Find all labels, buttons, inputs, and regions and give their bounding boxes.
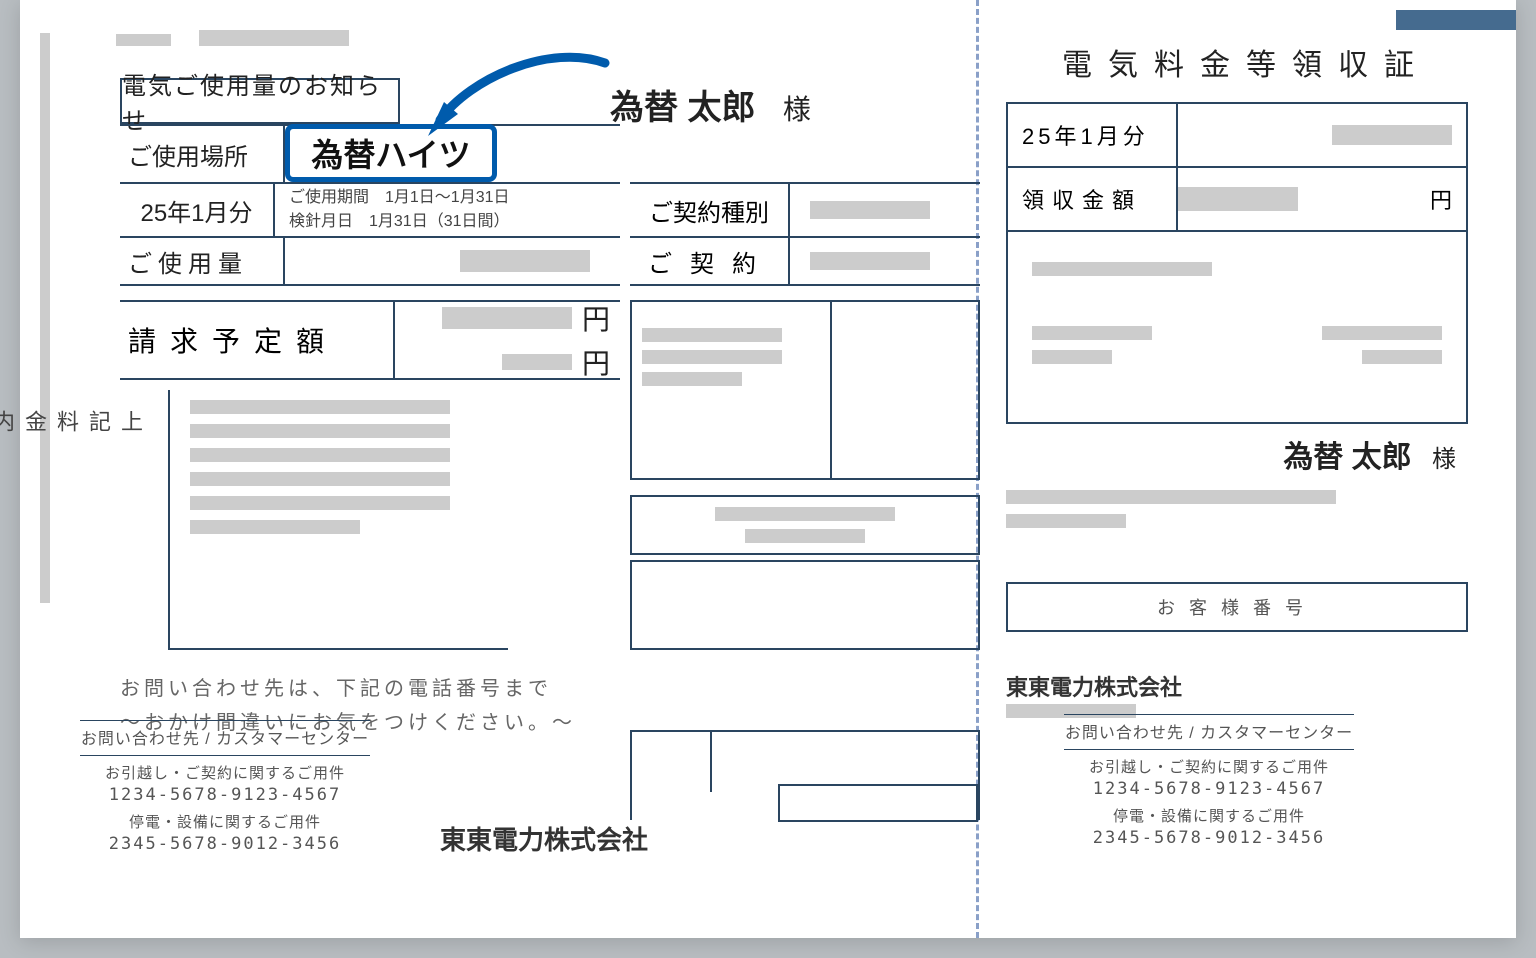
right-detail-box-d [630, 730, 980, 820]
placeholder-block [810, 252, 930, 270]
contact-outage-tel: 2345-5678-9012-3456 [80, 834, 370, 854]
honorific: 様 [1432, 446, 1456, 473]
row-contract-type: ご契約種別 [630, 182, 980, 236]
contact-outage-label: 停電・設備に関するご用件 [80, 811, 370, 832]
contract-label: ご契約 [630, 238, 790, 284]
right-detail-box-c [630, 560, 980, 650]
receipt-customer-name: 為替 太郎 様 [1283, 432, 1456, 476]
usage-value [285, 238, 620, 284]
right-detail-box-b [630, 495, 980, 555]
row-usage: ご使用量 [120, 236, 620, 286]
document-page: 電気ご使用量のお知らせ 為替 太郎 様 ご使用場所 為替ハイツ 25年1月分 ご… [20, 0, 1516, 938]
row-period: 25年1月分 ご使用期間 1月1日〜1月31日 検針月日 1月31日（31日間） [120, 182, 620, 236]
placeholder-line [1322, 326, 1442, 340]
placeholder-line [1032, 350, 1112, 364]
receipt-detail-area [1008, 232, 1466, 422]
receipt-title: 電気料金等領収証 [1006, 40, 1486, 84]
placeholder-line [1006, 514, 1126, 528]
contact-move-label: お引越し・ご契約に関するご用件 [1064, 756, 1354, 777]
contact-title: お問い合わせ先 / カスタマーセンター [1064, 714, 1354, 750]
usage-notice-panel: 電気ご使用量のお知らせ 為替 太郎 様 ご使用場所 為替ハイツ 25年1月分 ご… [60, 30, 960, 51]
placeholder-line [190, 400, 450, 414]
corner-stripe [1396, 10, 1516, 30]
honorific: 様 [783, 94, 811, 125]
contact-move-tel: 1234-5678-9123-4567 [80, 785, 370, 805]
customer-name: 為替 太郎 [1283, 441, 1411, 474]
placeholder-block [199, 30, 349, 46]
location-label: ご使用場所 [120, 126, 285, 182]
breakdown-vertical-label: 上記料金内訳 [120, 410, 146, 440]
period-details: ご使用期間 1月1日〜1月31日 検針月日 1月31日（31日間） [275, 184, 620, 236]
placeholder-line [190, 496, 450, 510]
row-contract: ご契約 [630, 236, 980, 286]
inquiry-line-1: お問い合わせ先は、下記の電話番号まで [120, 672, 580, 706]
placeholder-line [190, 520, 360, 534]
placeholder-block [442, 307, 572, 329]
placeholder-block [116, 34, 171, 46]
yen-unit: 円 [582, 342, 610, 382]
fee-breakdown-box [168, 390, 508, 650]
contact-title: お問い合わせ先 / カスタマーセンター [80, 720, 370, 756]
receipt-panel: 電気料金等領収証 25年1月分 領収金額 円 [1006, 40, 1486, 424]
placeholder-block [460, 250, 590, 272]
contact-outage-label: 停電・設備に関するご用件 [1064, 805, 1354, 826]
placeholder-line [190, 424, 450, 438]
customer-name: 為替 太郎 [610, 89, 755, 127]
placeholder-line [642, 350, 782, 364]
right-detail-box-a [630, 300, 980, 480]
row-billing: 請求予定額 円 円 [120, 300, 620, 380]
contact-box-right: お問い合わせ先 / カスタマーセンター お引越し・ご契約に関するご用件 1234… [1064, 714, 1354, 848]
placeholder-line [642, 372, 742, 386]
meter-date-line: 検針月日 1月31日（31日間） [289, 210, 620, 234]
placeholder-line [190, 472, 450, 486]
placeholder-line [1006, 490, 1336, 504]
notice-title: 電気ご使用量のお知らせ [120, 78, 400, 124]
receipt-period-label: 25年1月分 [1008, 104, 1178, 166]
contract-type-label: ご契約種別 [630, 184, 790, 236]
placeholder-line [642, 328, 782, 342]
usage-period-line: ご使用期間 1月1日〜1月31日 [289, 186, 620, 210]
customer-name-line: 為替 太郎 様 [610, 80, 811, 129]
placeholder-line [715, 507, 895, 521]
customer-number-box: お客様番号 [1006, 582, 1468, 632]
yen-unit: 円 [582, 298, 610, 338]
receipt-table: 25年1月分 領収金額 円 [1006, 102, 1468, 424]
usage-label: ご使用量 [120, 238, 285, 284]
contact-outage-tel: 2345-5678-9012-3456 [1064, 828, 1354, 848]
yen-unit: 円 [1430, 183, 1452, 215]
placeholder-line [1032, 326, 1152, 340]
left-margin-bar [40, 33, 50, 603]
contact-box-left: お問い合わせ先 / カスタマーセンター お引越し・ご契約に関するご用件 1234… [80, 720, 370, 854]
company-name: 東東電力株式会社 [440, 820, 648, 857]
billing-values: 円 円 [395, 296, 620, 384]
contact-move-label: お引越し・ご契約に関するご用件 [80, 762, 370, 783]
contact-move-tel: 1234-5678-9123-4567 [1064, 779, 1354, 799]
billing-label: 請求予定額 [120, 302, 395, 378]
placeholder-line [1032, 262, 1212, 276]
placeholder-block [810, 201, 930, 219]
period-value: 25年1月分 [120, 184, 275, 236]
receipt-company-name: 東東電力株式会社 [1006, 670, 1182, 702]
placeholder-line [745, 529, 865, 543]
location-value-highlight: 為替ハイツ [285, 124, 497, 182]
placeholder-line [190, 448, 450, 462]
placeholder-line [1362, 350, 1442, 364]
placeholder-block [1178, 187, 1298, 211]
placeholder-block [1332, 125, 1452, 145]
receipt-amount-label: 領収金額 [1008, 168, 1178, 230]
placeholder-block [502, 354, 572, 370]
